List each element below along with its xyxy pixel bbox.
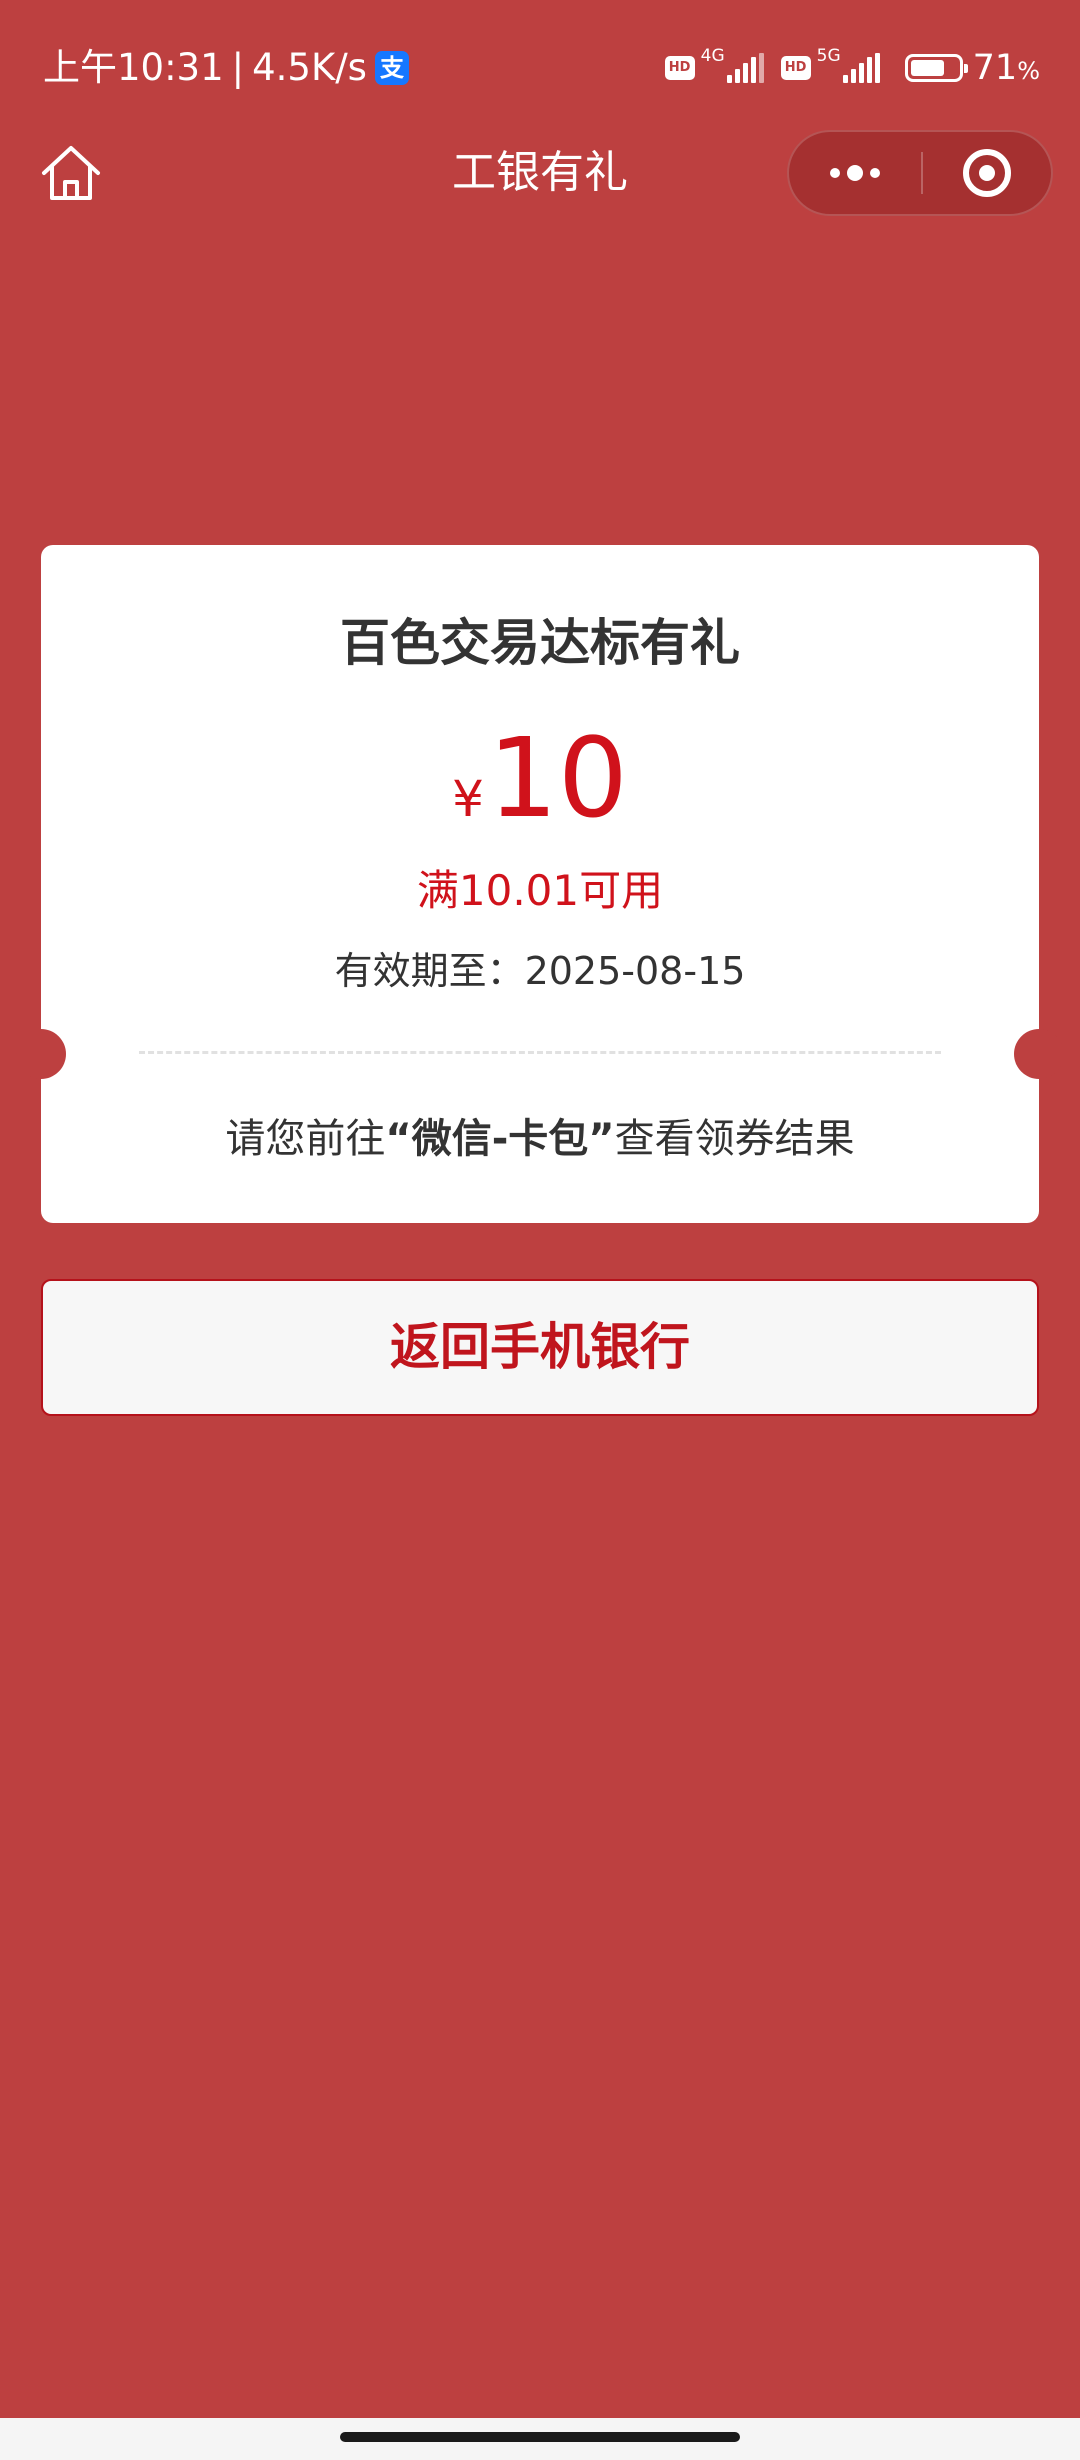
- coupon-condition: 满10.01可用: [416, 866, 664, 915]
- card-notch-right: [1014, 1029, 1064, 1079]
- coupon-title: 百色交易达标有礼: [340, 614, 740, 672]
- status-left: 上午10:31 | 4.5K/s 支: [43, 44, 409, 92]
- signal-icon-sim1: [726, 53, 767, 83]
- more-dots-icon: [830, 165, 880, 181]
- notice-suffix: 查看领券结果: [614, 1116, 855, 1162]
- hd-badge-sim1: HD: [664, 56, 695, 80]
- hd-badge-sim2: HD: [780, 56, 811, 80]
- coupon-card: 百色交易达标有礼 ¥10 满10.01可用 有效期至：2025-08-15 请您…: [16, 545, 1064, 1223]
- network-type-sim2: 5G: [816, 46, 841, 66]
- notice-highlight: “微信-卡包”: [385, 1116, 615, 1162]
- return-to-mobile-bank-button[interactable]: 返回手机银行: [41, 1279, 1039, 1416]
- mini-program-capsule: [787, 130, 1053, 216]
- status-separator: |: [231, 46, 245, 89]
- currency-symbol: ¥: [452, 770, 484, 828]
- battery-level: [910, 60, 944, 76]
- network-type-sim1: 4G: [700, 46, 725, 66]
- battery-percent: 71%: [972, 48, 1040, 88]
- net-speed: 4.5K/s: [252, 46, 367, 89]
- bottom-bar: [0, 2418, 1080, 2460]
- target-close-icon: [963, 149, 1011, 197]
- close-button[interactable]: [923, 132, 1051, 214]
- notice-prefix: 请您前往: [225, 1116, 386, 1162]
- more-button[interactable]: [789, 132, 921, 214]
- card-divider: [139, 1051, 941, 1054]
- status-time: 上午10:31: [43, 46, 224, 89]
- coupon-notice: 请您前往“微信-卡包”查看领券结果: [41, 1111, 1039, 1167]
- battery-icon: [904, 54, 968, 82]
- home-indicator[interactable]: [340, 2432, 740, 2442]
- coupon-validity: 有效期至：2025-08-15: [334, 949, 746, 993]
- coupon-price: ¥10: [41, 723, 1039, 866]
- nav-bar: 工银有礼: [0, 130, 1080, 218]
- coupon-amount: 10: [487, 714, 628, 842]
- status-bar: 上午10:31 | 4.5K/s 支 HD 4G HD 5G 71%: [0, 0, 1080, 130]
- signal-icon-sim2: [842, 53, 883, 83]
- card-notch-left: [16, 1029, 66, 1079]
- status-right: HD 4G HD 5G 71%: [664, 44, 1040, 92]
- alipay-icon: 支: [374, 51, 409, 85]
